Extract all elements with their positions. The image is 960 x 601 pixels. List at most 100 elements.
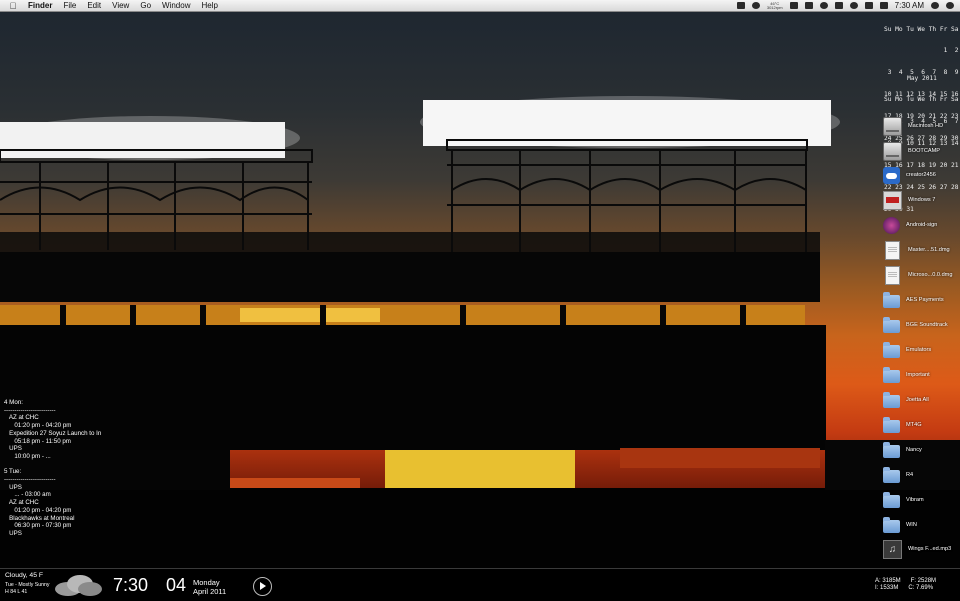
folder-icon <box>883 417 900 433</box>
menu-view[interactable]: View <box>112 1 129 10</box>
event-spacer <box>4 461 144 469</box>
menu-clock[interactable]: 7:30 AM <box>895 1 924 10</box>
weather-high-low: H 84 L 41 <box>5 589 28 595</box>
event-title: UPS <box>4 483 22 491</box>
desktop-icon-label: Emulators <box>906 347 932 353</box>
cloudy-weather-icon <box>55 575 102 596</box>
large-day-number: 04 <box>166 575 187 595</box>
desktop-icon-label: Wings F...ed.mp3 <box>908 546 952 552</box>
desktop-icon-label: Windows 7 <box>908 197 936 203</box>
desktop-icon-label: BGE Soundtrack <box>906 322 948 328</box>
desktop-icon-bootcamp[interactable]: BOOTCAMP <box>883 140 940 162</box>
calendar-weekday-header: Su Mo Tu We Th Fr Sa <box>884 96 959 104</box>
desktop-icon-joetta-all[interactable]: Joetta All <box>883 389 929 411</box>
desktop-icon-aes-payments[interactable]: AES Payments <box>883 289 944 311</box>
desktop-icon-label: Important <box>906 372 930 378</box>
sync-icon[interactable] <box>819 2 828 9</box>
music-file-icon: ♫ <box>883 539 902 559</box>
windows-drive-icon <box>883 190 902 210</box>
folder-icon <box>883 517 900 533</box>
play-button[interactable] <box>253 577 272 596</box>
bluetooth-icon[interactable] <box>834 2 843 9</box>
airport-icon[interactable] <box>789 2 798 9</box>
weather-forecast: Tue - Mostly Sunny <box>5 582 50 588</box>
desktop-icon-important[interactable]: Important <box>883 364 930 386</box>
time-machine-icon[interactable] <box>804 2 813 9</box>
spotlight-search-icon[interactable] <box>946 2 954 9</box>
folder-icon <box>883 317 900 333</box>
menu-help[interactable]: Help <box>201 1 217 10</box>
menu-file[interactable]: File <box>63 1 76 10</box>
menu-finder[interactable]: Finder <box>28 1 52 10</box>
status-icon[interactable] <box>751 2 760 9</box>
bottom-info-bar: Cloudy, 45 F Tue - Mostly Sunny H 84 L 4… <box>0 568 960 601</box>
event-divider: ------------------------- <box>4 406 56 414</box>
volume-icon[interactable] <box>864 2 873 9</box>
desktop-icon-nancy[interactable]: Nancy <box>883 439 922 461</box>
desktop-icon-label: MT4G <box>906 422 922 428</box>
desktop-icon-wings-mp3[interactable]: ♫ Wings F...ed.mp3 <box>883 538 951 560</box>
desktop-icon-label: Macintosh HD <box>908 123 944 129</box>
temperature-readout[interactable]: 46°C 3012rpm <box>766 1 783 10</box>
event-day-heading: 4 Mon: <box>4 399 23 406</box>
stat-inactive-memory: I: 1533M <box>875 585 899 591</box>
calendar-week: 1 2 <box>884 47 959 55</box>
folder-icon <box>883 392 900 408</box>
weather-condition: Cloudy, 45 F <box>5 572 44 579</box>
menu-window[interactable]: Window <box>162 1 190 10</box>
large-clock-time: 7:30 <box>113 575 149 595</box>
menu-go[interactable]: Go <box>140 1 151 10</box>
folder-icon <box>883 367 900 383</box>
event-time: 01:20 pm - 04:20 pm <box>4 422 72 430</box>
event-title: Expedition 27 Soyuz Launch to In <box>4 429 102 437</box>
wifi-icon[interactable] <box>849 2 858 9</box>
menu-extras: 46°C 3012rpm 7:30 AM <box>736 1 954 10</box>
desktop-icon-mt4g[interactable]: MT4G <box>883 414 922 436</box>
menu-edit[interactable]: Edit <box>87 1 101 10</box>
desktop-icon-label: Android-sign <box>906 222 938 228</box>
weekday-label: Monday <box>193 578 220 587</box>
stat-active-memory: A: 3185M <box>875 578 901 584</box>
event-title: Blackhawks at Montreal <box>4 514 75 522</box>
android-disc-icon <box>883 216 900 234</box>
dropbox-icon[interactable] <box>736 2 745 9</box>
event-time: 10:00 pm - ... <box>4 452 51 460</box>
desktop-icon-bge-soundtrack[interactable]: BGE Soundtrack <box>883 314 948 336</box>
folder-icon <box>883 292 900 308</box>
calendar-weekday-header: Su Mo Tu We Th Fr Sa <box>884 25 959 33</box>
event-time: ... - 03:00 am <box>4 491 51 499</box>
desktop-icon-r4[interactable]: R4 <box>883 464 913 486</box>
event-title: UPS <box>4 445 22 453</box>
desktop-icon-label: Nancy <box>906 447 922 453</box>
event-title: AZ at CHC <box>4 499 39 507</box>
apple-menu-icon[interactable]:  <box>8 1 18 11</box>
fan-speed-value: 3012rpm <box>766 4 783 10</box>
desktop-icon-vibram[interactable]: Vibram <box>883 489 924 511</box>
document-icon <box>885 240 900 260</box>
user-icon[interactable] <box>931 2 939 9</box>
hard-drive-icon <box>883 116 902 136</box>
hard-drive-icon <box>883 141 902 161</box>
desktop-icon-label: Vibram <box>906 497 924 503</box>
event-day-heading: 5 Tue: <box>4 468 22 476</box>
desktop-icon-microsoft-dmg[interactable]: Microso...0.0.dmg <box>883 264 952 286</box>
desktop-icon-win[interactable]: WIN <box>883 514 917 536</box>
stat-cpu-usage: C: 7.69% <box>908 585 934 591</box>
folder-icon <box>883 342 900 358</box>
battery-icon[interactable] <box>879 2 888 9</box>
desktop-icon-windows-7[interactable]: Windows 7 <box>883 189 935 211</box>
folder-icon <box>883 467 900 483</box>
desktop-icon-creator2456[interactable]: creator2456 <box>883 164 936 186</box>
event-divider: ------------------------- <box>4 476 56 484</box>
document-icon <box>885 265 900 285</box>
desktop-icon-label: AES Payments <box>906 297 944 303</box>
desktop-icon-label: Joetta All <box>906 397 929 403</box>
desktop-icon-label: Microso...0.0.dmg <box>908 272 953 278</box>
desktop-icon-label: BOOTCAMP <box>908 148 941 154</box>
event-title: UPS <box>4 529 22 537</box>
desktop-icon-android-sign[interactable]: Android-sign <box>883 214 937 236</box>
desktop-icon-macintosh-hd[interactable]: Macintosh HD <box>883 115 943 137</box>
cloud-drive-icon <box>883 166 900 184</box>
desktop-icon-emulators[interactable]: Emulators <box>883 339 931 361</box>
desktop-icon-master-dmg[interactable]: Master....51.dmg <box>883 239 950 261</box>
